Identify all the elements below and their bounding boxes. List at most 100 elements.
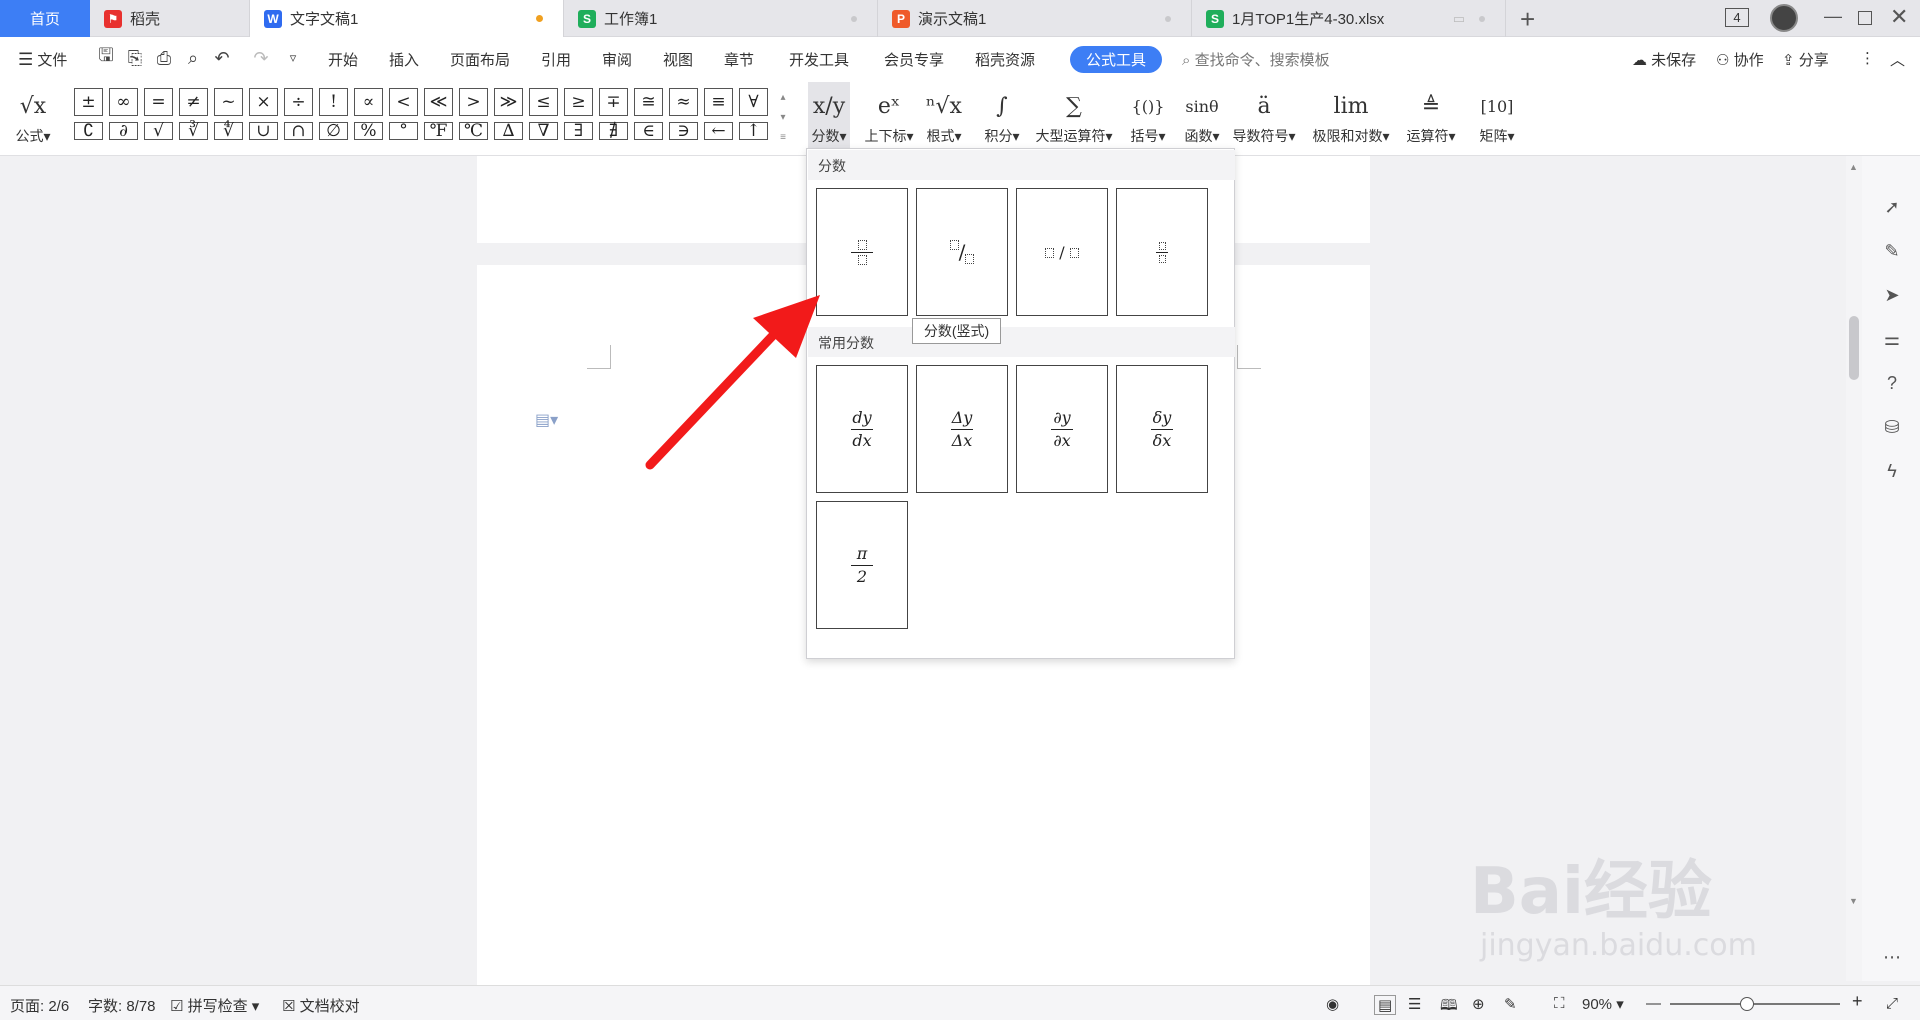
symbol-button[interactable]: ≠ (179, 88, 208, 116)
symbol-button[interactable]: ≥ (564, 88, 593, 116)
close-window-icon[interactable]: ✕ (1890, 4, 1908, 30)
menu-item-references[interactable]: 引用 (541, 49, 571, 70)
close-tab-icon[interactable] (1479, 16, 1485, 22)
ribbon-group-1[interactable]: eˣ 上下标▾ (859, 82, 919, 156)
more-horizontal-icon[interactable]: ⋯ (1881, 946, 1903, 968)
symbol-button[interactable]: √ (144, 121, 173, 141)
symbol-button[interactable]: ≫ (494, 88, 523, 116)
symbol-button[interactable]: ± (74, 88, 103, 116)
tab-home[interactable]: 首页 (0, 0, 90, 37)
paste-options-icon[interactable]: ▤▾ (535, 410, 558, 430)
symbol-button[interactable]: ≈ (669, 88, 698, 116)
restore-icon[interactable] (1858, 11, 1872, 25)
proofread-button[interactable]: ☒ 文档校对 (282, 995, 360, 1016)
zoom-in-icon[interactable]: + (1852, 991, 1863, 1012)
tab-workbook[interactable]: S 工作簿1 (564, 0, 878, 37)
print-preview-icon[interactable]: ⌕ (182, 47, 204, 69)
avatar[interactable] (1770, 4, 1798, 32)
symbol-button[interactable]: ≪ (424, 88, 453, 116)
ribbon-group-0[interactable]: x/y 分数▾ (808, 82, 850, 156)
zoom-slider-thumb[interactable] (1740, 997, 1754, 1011)
ribbon-group-7[interactable]: ä 导数符号▾ (1229, 82, 1299, 156)
write-mode-icon[interactable]: ✎ (1504, 995, 1517, 1013)
menu-item-review[interactable]: 审阅 (602, 49, 632, 70)
symbol-button[interactable]: ∅ (319, 121, 348, 141)
symbol-button[interactable]: ∀ (739, 88, 768, 116)
symbol-button[interactable]: ∋ (669, 121, 698, 141)
close-tab-icon[interactable] (851, 16, 857, 22)
symbol-button[interactable]: = (144, 88, 173, 116)
scroll-up-icon[interactable]: ▲ (1849, 162, 1858, 172)
ribbon-group-2[interactable]: ⁿ√x 根式▾ (920, 82, 968, 156)
formula-button[interactable]: √x 公式▾ (8, 82, 58, 156)
ribbon-group-6[interactable]: sinθ 函数▾ (1180, 82, 1224, 156)
menu-item-insert[interactable]: 插入 (389, 49, 419, 70)
scroll-thumb[interactable] (1849, 316, 1859, 380)
common-fraction-1[interactable]: Δy Δx (916, 365, 1008, 493)
window-count-badge[interactable]: 4 (1725, 8, 1749, 27)
symbol-button[interactable]: ℉ (424, 121, 453, 141)
expand-statusbar-icon[interactable]: ⤢ (1886, 995, 1898, 1012)
collab-button[interactable]: ⚇ 协作 (1716, 49, 1764, 70)
common-fraction-2[interactable]: ∂y ∂x (1016, 365, 1108, 493)
menu-item-layout[interactable]: 页面布局 (450, 49, 510, 70)
menu-item-start[interactable]: 开始 (328, 49, 358, 70)
menu-item-daoke-resources[interactable]: 稻壳资源 (975, 49, 1035, 70)
more-vertical-icon[interactable]: ⋮ (1860, 49, 1875, 67)
symbol-button[interactable]: < (389, 88, 418, 116)
collapse-ribbon-icon[interactable]: ︿ (1890, 49, 1905, 70)
fit-page-icon[interactable]: ⛶ (1554, 995, 1565, 1012)
symbol-button[interactable]: ≤ (529, 88, 558, 116)
unsaved-button[interactable]: ☁ 未保存 (1632, 49, 1696, 70)
redo-icon[interactable]: ↷ (250, 47, 272, 69)
customize-chevron-icon[interactable]: ▿ (282, 47, 304, 69)
symbol-scroll-icon[interactable]: ▴ ▾ ≡ (776, 88, 790, 148)
command-search[interactable]: ⌕ 查找命令、搜索模板 (1182, 49, 1330, 70)
symbol-button[interactable]: ∇ (529, 121, 558, 141)
minimize-icon[interactable]: — (1824, 6, 1842, 27)
menu-item-developer[interactable]: 开发工具 (789, 49, 849, 70)
symbol-button[interactable]: ∞ (109, 88, 138, 116)
export-pdf-icon[interactable]: ⎘ (124, 47, 146, 69)
symbol-button[interactable]: ∓ (599, 88, 628, 116)
menu-item-chapter[interactable]: 章节 (724, 49, 754, 70)
symbol-button[interactable]: ∄ (599, 121, 628, 141)
tab-xlsx[interactable]: S 1月TOP1生产4-30.xlsx ▭ (1192, 0, 1506, 37)
file-menu[interactable]: ☰ 文件 (18, 49, 67, 70)
save-icon[interactable]: 🖫 (95, 45, 117, 69)
common-fraction-4[interactable]: π2 (816, 501, 908, 629)
symbol-button[interactable]: ∈ (634, 121, 663, 141)
menu-item-view[interactable]: 视图 (663, 49, 693, 70)
symbol-button[interactable]: × (249, 88, 278, 116)
ribbon-group-5[interactable]: {()} 括号▾ (1125, 82, 1171, 156)
symbol-button[interactable]: ≡ (704, 88, 733, 116)
print-icon[interactable]: ⎙ (153, 47, 175, 69)
ribbon-group-9[interactable]: ≜ 运算符▾ (1402, 82, 1460, 156)
fraction-small[interactable] (1116, 188, 1208, 316)
symbol-button[interactable]: ∂ (109, 121, 138, 141)
word-count[interactable]: 字数: 8/78 (88, 995, 156, 1016)
symbol-button[interactable]: ∃ (564, 121, 593, 141)
symbol-button[interactable]: ÷ (284, 88, 313, 116)
pen-icon[interactable]: ✎ (1881, 240, 1903, 262)
close-tab-icon[interactable] (1165, 16, 1171, 22)
symbol-button[interactable]: % (354, 121, 383, 141)
symbol-button[interactable]: ∝ (354, 88, 383, 116)
symbol-button[interactable]: ∜ (214, 121, 243, 141)
tab-formula-tools[interactable]: 公式工具 (1070, 46, 1162, 73)
menu-item-member[interactable]: 会员专享 (884, 49, 944, 70)
zoom-slider[interactable] (1670, 997, 1840, 1011)
tab-presentation[interactable]: P 演示文稿1 (878, 0, 1192, 37)
lightning-icon[interactable]: ϟ (1881, 460, 1903, 482)
symbol-button[interactable]: ↑ (739, 121, 768, 141)
scroll-down-icon[interactable]: ▼ (1849, 896, 1858, 906)
new-tab-plus-icon[interactable]: + (1520, 4, 1535, 35)
symbol-button[interactable]: ≅ (634, 88, 663, 116)
zoom-out-icon[interactable]: — (1646, 995, 1661, 1012)
common-fraction-3[interactable]: δy δx (1116, 365, 1208, 493)
cursor-icon[interactable]: ➤ (1881, 284, 1903, 306)
symbol-button[interactable]: ~ (214, 88, 243, 116)
vertical-scrollbar[interactable]: ▲ ▼ (1846, 156, 1862, 981)
read-view-icon[interactable]: 🕮 (1440, 995, 1458, 1020)
zoom-level[interactable]: 90% ▾ (1582, 995, 1624, 1013)
